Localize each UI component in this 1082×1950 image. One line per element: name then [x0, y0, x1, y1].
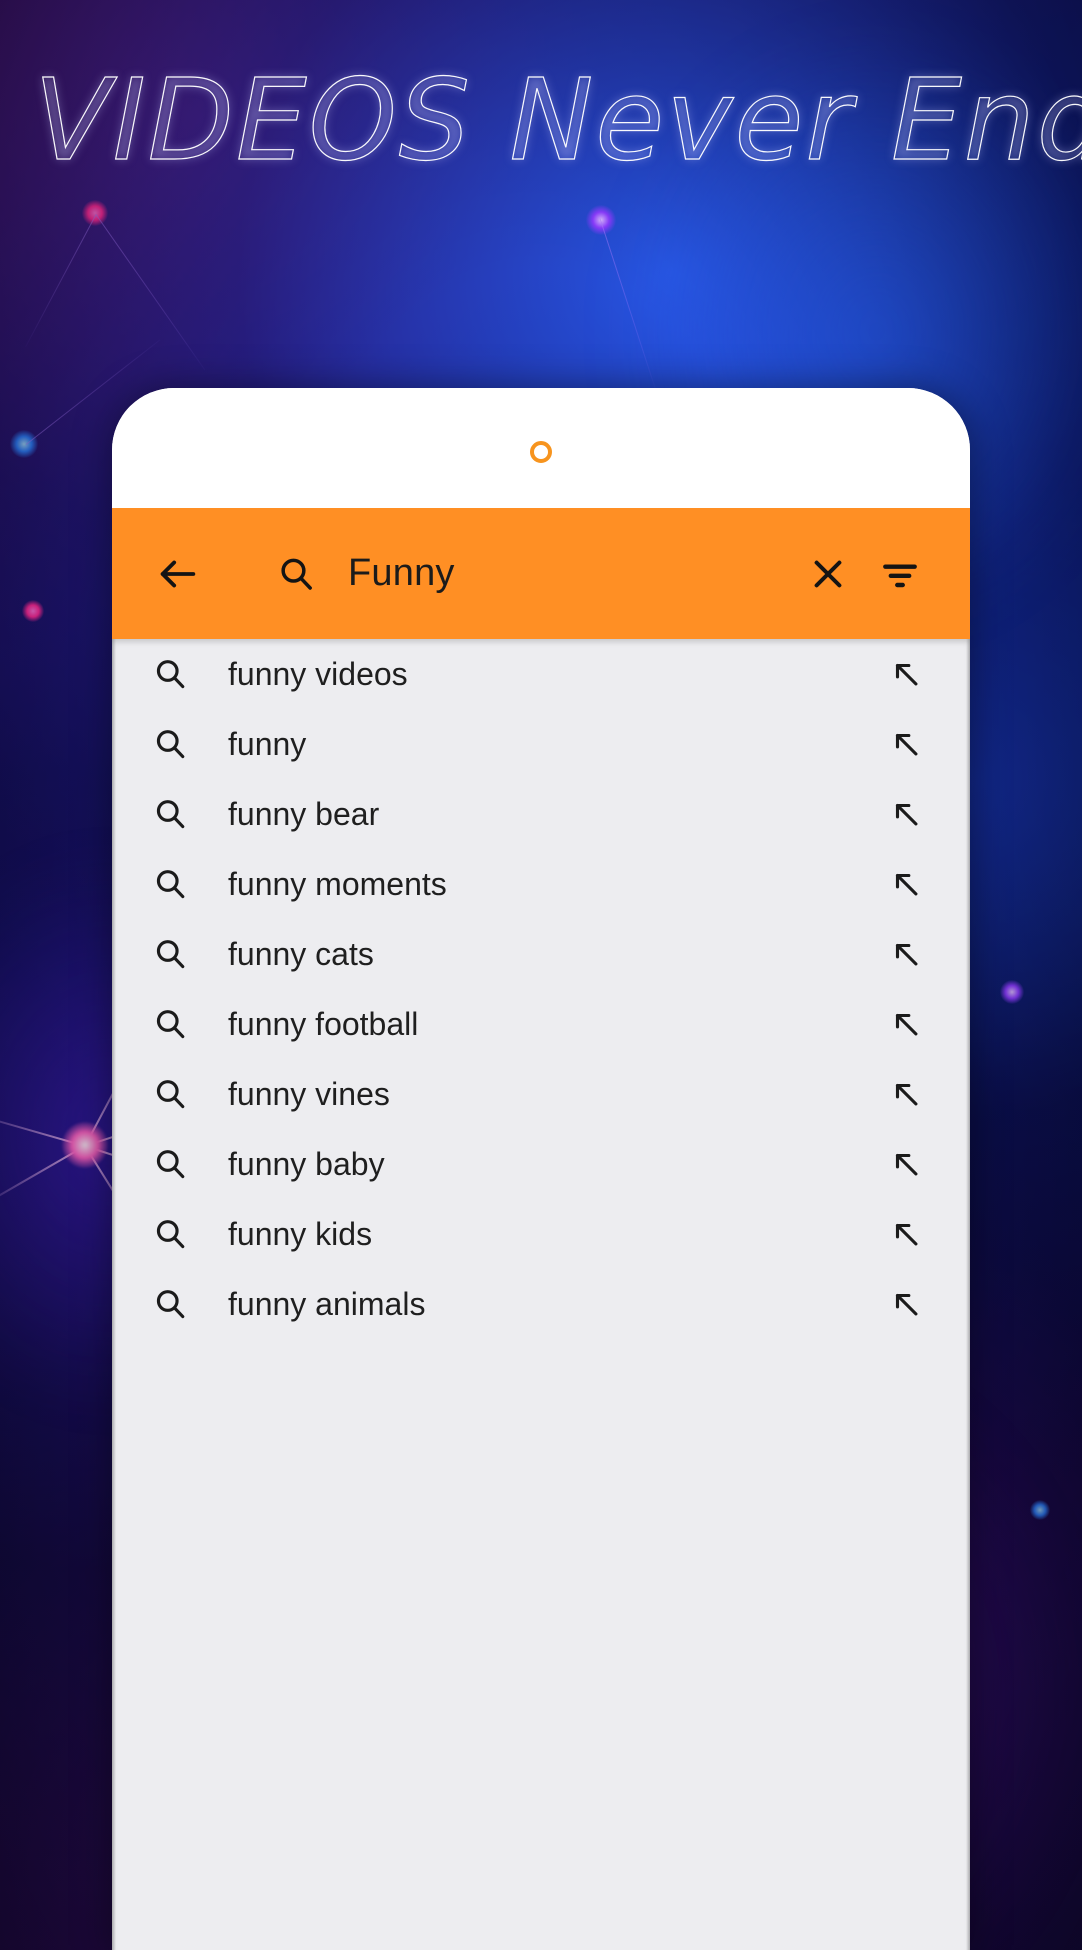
fill-query-button[interactable] — [882, 1000, 930, 1048]
arrow-up-left-icon — [895, 663, 918, 686]
search-icon — [156, 1290, 185, 1319]
suggestion-label: funny football — [228, 1005, 419, 1042]
search-icon — [156, 870, 185, 899]
search-icon-wrap — [140, 1204, 200, 1264]
search-icon-wrap — [140, 1134, 200, 1194]
suggestion-row[interactable]: funny — [112, 709, 970, 779]
suggestion-label: funny videos — [228, 655, 408, 692]
suggestion-row[interactable]: funny kids — [112, 1199, 970, 1269]
search-icon — [156, 660, 185, 689]
arrow-up-left-icon — [895, 803, 918, 826]
phone-mockup: Funny funny videos funny funny bear funny m… — [112, 388, 970, 1950]
search-icon-wrap — [140, 854, 200, 914]
suggestion-label: funny bear — [228, 795, 380, 832]
phone-bezel — [112, 388, 970, 508]
suggestion-row[interactable]: funny football — [112, 989, 970, 1059]
arrow-up-left-icon — [895, 943, 918, 966]
suggestion-row[interactable]: funny vines — [112, 1059, 970, 1129]
suggestion-label: funny kids — [228, 1215, 373, 1252]
search-icon-wrap — [140, 1064, 200, 1124]
search-icon — [156, 800, 185, 829]
filter-icon — [883, 563, 917, 587]
search-icon — [156, 1150, 185, 1179]
suggestion-row[interactable]: funny cats — [112, 919, 970, 989]
suggestion-row[interactable]: funny videos — [112, 639, 970, 709]
fill-query-button[interactable] — [882, 1140, 930, 1188]
suggestion-label: funny moments — [228, 865, 447, 902]
fill-query-button[interactable] — [882, 720, 930, 768]
fill-query-button[interactable] — [882, 1070, 930, 1118]
clear-search-button[interactable] — [792, 538, 864, 610]
fill-query-button[interactable] — [882, 930, 930, 978]
search-icon — [156, 730, 185, 759]
search-icon-wrap — [140, 644, 200, 704]
suggestion-row[interactable]: funny baby — [112, 1129, 970, 1199]
search-icon-wrap — [140, 1274, 200, 1334]
search-icon-wrap — [264, 538, 328, 610]
suggestion-label: funny animals — [228, 1285, 426, 1322]
close-icon — [814, 560, 842, 587]
fill-query-button[interactable] — [882, 790, 930, 838]
promo-screenshot: VIDEOS Never Ends! Funny — [0, 0, 1082, 1950]
arrow-up-left-icon — [895, 873, 918, 896]
suggestion-label: funny vines — [228, 1075, 390, 1112]
search-toolbar: Funny — [112, 508, 970, 639]
fill-query-button[interactable] — [882, 650, 930, 698]
search-icon — [156, 1080, 185, 1109]
arrow-up-left-icon — [895, 1083, 918, 1106]
arrow-up-left-icon — [895, 1293, 918, 1316]
fill-query-button[interactable] — [882, 1210, 930, 1258]
arrow-up-left-icon — [895, 1013, 918, 1036]
search-icon — [281, 558, 312, 590]
arrow-up-left-icon — [895, 1153, 918, 1176]
search-input[interactable]: Funny — [348, 552, 792, 595]
arrow-up-left-icon — [895, 733, 918, 756]
arrow-left-icon — [160, 560, 196, 587]
filter-button[interactable] — [864, 538, 936, 610]
camera-dot-icon — [530, 441, 552, 463]
suggestion-row[interactable]: funny animals — [112, 1269, 970, 1339]
back-button[interactable] — [142, 538, 214, 610]
search-icon-wrap — [140, 784, 200, 844]
search-icon-wrap — [140, 924, 200, 984]
suggestion-label: funny baby — [228, 1145, 385, 1182]
search-icon-wrap — [140, 714, 200, 774]
suggestion-row[interactable]: funny bear — [112, 779, 970, 849]
search-icon — [156, 1220, 185, 1249]
search-icon — [156, 1010, 185, 1039]
search-icon — [156, 940, 185, 969]
suggestion-label: funny cats — [228, 935, 374, 972]
arrow-up-left-icon — [895, 1223, 918, 1246]
suggestion-row[interactable]: funny moments — [112, 849, 970, 919]
fill-query-button[interactable] — [882, 1280, 930, 1328]
suggestion-label: funny — [228, 725, 307, 762]
suggestion-list[interactable]: funny videos funny funny bear funny moments… — [112, 639, 970, 1950]
search-icon-wrap — [140, 994, 200, 1054]
fill-query-button[interactable] — [882, 860, 930, 908]
